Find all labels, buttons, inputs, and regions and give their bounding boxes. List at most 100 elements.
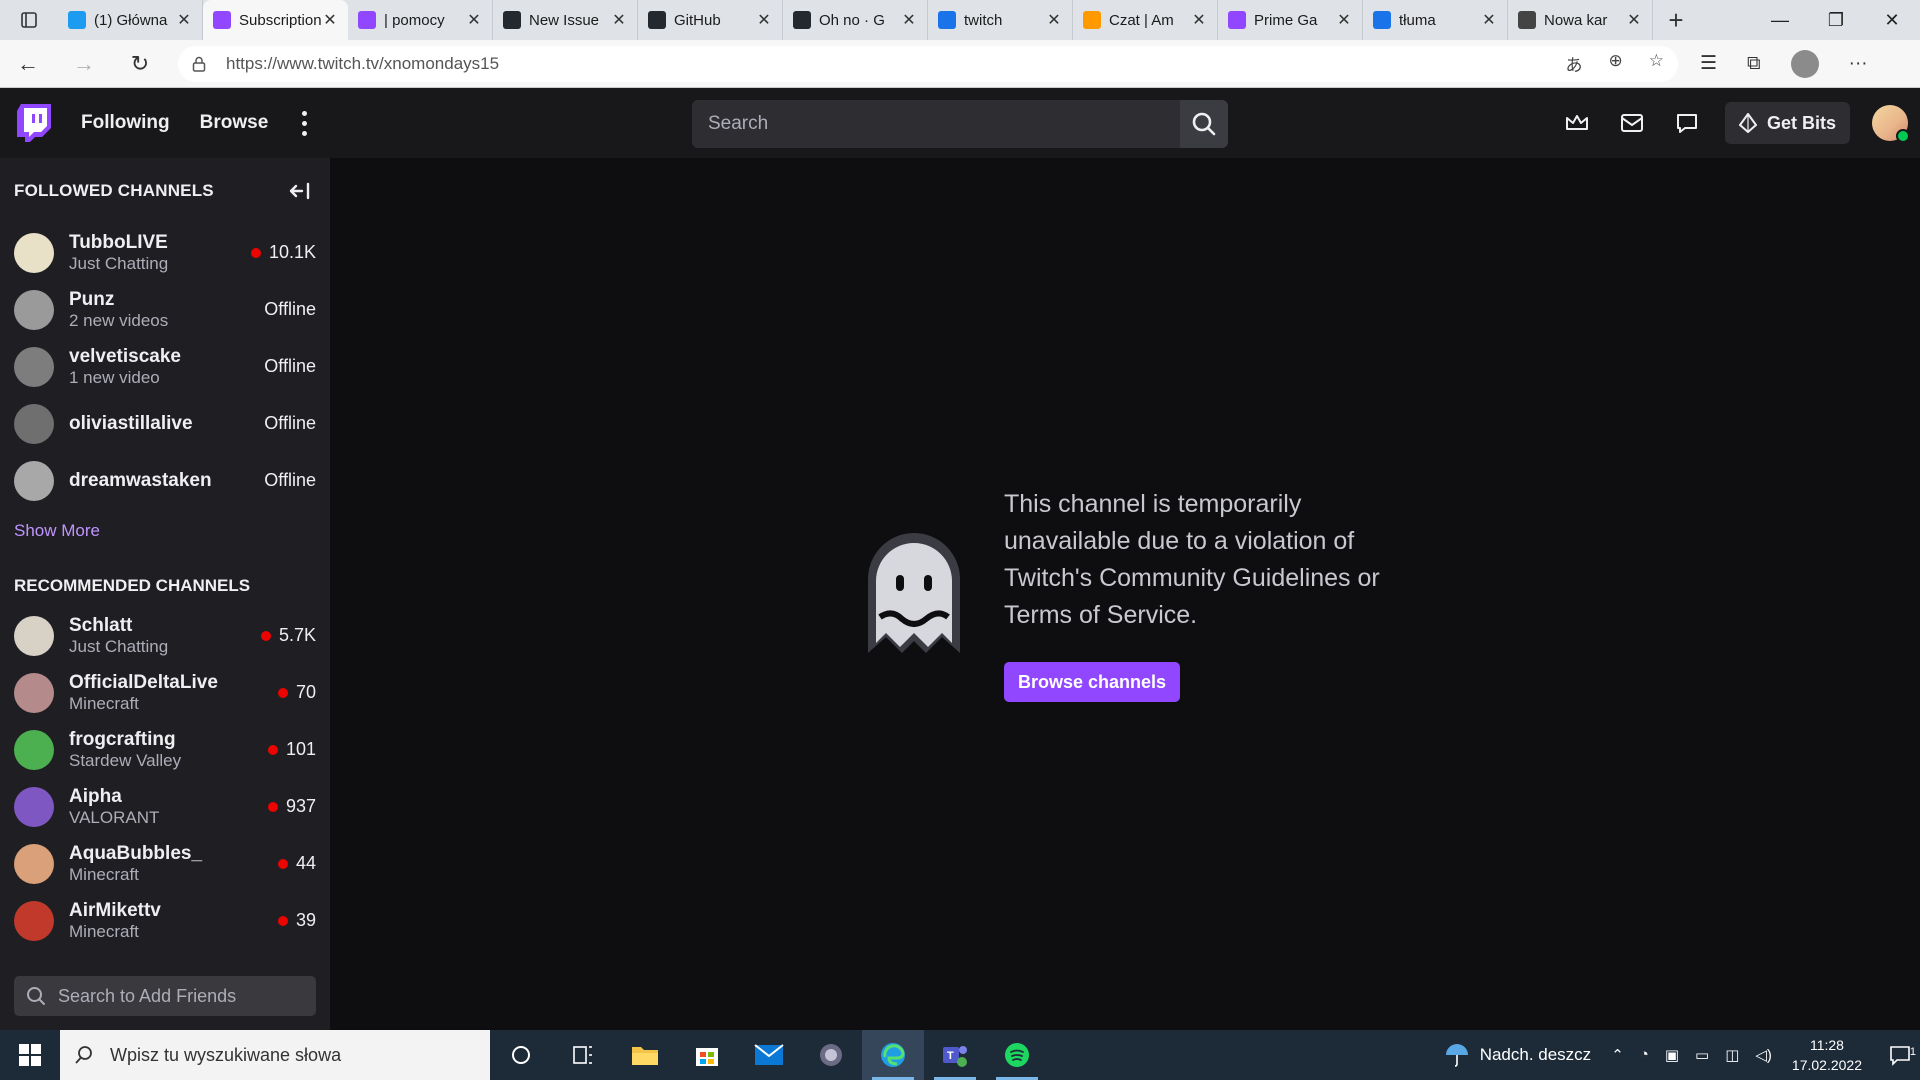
browser-tab[interactable]: Subscriptions ✕: [203, 0, 348, 40]
user-avatar[interactable]: [1872, 105, 1910, 143]
channel-item[interactable]: AirMikettv Minecraft 39: [0, 892, 330, 949]
close-window-button[interactable]: ✕: [1864, 0, 1920, 40]
search-button[interactable]: [1180, 100, 1228, 148]
zoom-icon[interactable]: ⊕: [1609, 51, 1623, 76]
tab-label: twitch: [964, 11, 1003, 29]
minimize-button[interactable]: —: [1752, 0, 1808, 40]
channel-category: 1 new video: [69, 367, 160, 387]
clock-date: 17.02.2022: [1791, 1057, 1862, 1073]
taskbar-search-field[interactable]: Wpisz tu wyszukiwane słowa: [60, 1030, 490, 1080]
browser-tab[interactable]: Prime Ga ✕: [1218, 0, 1363, 40]
browser-tab[interactable]: Czat | Am ✕: [1073, 0, 1218, 40]
display-icon[interactable]: ◫: [1725, 1046, 1739, 1064]
clock[interactable]: 11:28 17.02.2022: [1792, 1035, 1862, 1075]
volume-icon[interactable]: ◁): [1755, 1046, 1772, 1064]
new-tab-button[interactable]: +: [1653, 0, 1699, 40]
teams-button[interactable]: T: [924, 1030, 986, 1080]
browser-tab[interactable]: GitHub ✕: [638, 0, 783, 40]
cortana-button[interactable]: [490, 1030, 552, 1080]
show-more-link[interactable]: Show More: [0, 509, 330, 565]
network-icon[interactable]: ◔: [1640, 1046, 1649, 1064]
offline-status: Offline: [264, 299, 316, 319]
browse-channels-button[interactable]: Browse channels: [1004, 662, 1181, 702]
channel-item[interactable]: TubboLIVE Just Chatting 10.1K: [0, 224, 330, 281]
live-indicator-icon: [250, 247, 261, 258]
channel-item[interactable]: frogcrafting Stardew Valley 101: [0, 721, 330, 778]
tab-label: Subscriptions: [239, 11, 322, 29]
prime-crown-button[interactable]: [1550, 113, 1605, 133]
browser-tab[interactable]: | pomocy ✕: [348, 0, 493, 40]
channel-item[interactable]: AquaBubbles_ Minecraft 44: [0, 835, 330, 892]
channel-item[interactable]: dreamwastaken Offline: [0, 452, 330, 509]
back-button[interactable]: ←: [0, 40, 56, 88]
close-tab-icon[interactable]: ✕: [1481, 10, 1497, 30]
settings-more-icon[interactable]: ···: [1849, 53, 1868, 75]
whispers-button[interactable]: [1660, 112, 1715, 134]
browser-tab[interactable]: Oh no · G ✕: [783, 0, 928, 40]
channel-item[interactable]: oliviastillalive Offline: [0, 395, 330, 452]
task-view-icon: [573, 1046, 592, 1064]
show-hidden-icons-icon[interactable]: ⌃: [1611, 1046, 1624, 1064]
meet-now-icon[interactable]: ▣: [1665, 1046, 1679, 1064]
channel-item[interactable]: velvetiscake 1 new video Offline: [0, 338, 330, 395]
channel-avatar: [14, 843, 54, 884]
close-tab-icon[interactable]: ✕: [756, 10, 772, 30]
browser-tab[interactable]: New Issue ✕: [493, 0, 638, 40]
profile-avatar[interactable]: [1790, 49, 1819, 78]
tab-label: Oh no · G: [819, 11, 885, 29]
channel-name: frogcrafting: [69, 728, 176, 750]
game-app-icon: [820, 1044, 842, 1066]
notification-center-button[interactable]: 1: [1880, 1044, 1920, 1066]
inbox-button[interactable]: [1605, 112, 1660, 134]
channel-avatar: [14, 460, 54, 501]
store-icon: [696, 1048, 718, 1066]
browser-tab[interactable]: tłuma ✕: [1363, 0, 1508, 40]
close-tab-icon[interactable]: ✕: [322, 10, 338, 30]
close-tab-icon[interactable]: ✕: [1046, 10, 1062, 30]
battery-icon[interactable]: ▭: [1695, 1046, 1709, 1064]
add-favorite-icon[interactable]: ☆: [1649, 51, 1664, 76]
close-tab-icon[interactable]: ✕: [466, 10, 482, 30]
live-indicator-icon: [267, 801, 278, 812]
twitch-logo-icon[interactable]: [17, 104, 51, 142]
search-input[interactable]: [692, 100, 1180, 148]
restore-button[interactable]: ❐: [1808, 0, 1864, 40]
channel-item[interactable]: OfficialDeltaLive Minecraft 70: [0, 664, 330, 721]
favorites-icon[interactable]: ☰: [1700, 52, 1717, 75]
app-button[interactable]: [800, 1030, 862, 1080]
weather-widget[interactable]: Nadch. deszcz: [1444, 1042, 1591, 1068]
start-button[interactable]: [0, 1030, 60, 1080]
close-tab-icon[interactable]: ✕: [1191, 10, 1207, 30]
task-view-button[interactable]: [552, 1030, 614, 1080]
close-tab-icon[interactable]: ✕: [176, 10, 192, 30]
tab-actions-icon: [21, 12, 37, 28]
close-tab-icon[interactable]: ✕: [1626, 10, 1642, 30]
spotify-button[interactable]: [986, 1030, 1048, 1080]
collections-icon[interactable]: ⧉: [1747, 53, 1761, 75]
channel-item[interactable]: Aipha VALORANT 937: [0, 778, 330, 835]
browser-tab[interactable]: twitch ✕: [928, 0, 1073, 40]
close-tab-icon[interactable]: ✕: [901, 10, 917, 30]
file-explorer-button[interactable]: [614, 1030, 676, 1080]
browser-tab[interactable]: (1) Główna ✕: [58, 0, 203, 40]
close-tab-icon[interactable]: ✕: [1336, 10, 1352, 30]
microsoft-store-button[interactable]: [676, 1030, 738, 1080]
url-field[interactable]: https://www.twitch.tv/xnomondays15 あ ⊕ ☆: [178, 45, 1678, 82]
get-bits-button[interactable]: Get Bits: [1724, 102, 1850, 144]
channel-item[interactable]: Punz 2 new videos Offline: [0, 281, 330, 338]
more-menu-icon[interactable]: [302, 110, 308, 136]
refresh-button[interactable]: ↻: [112, 40, 168, 88]
mail-button[interactable]: [738, 1030, 800, 1080]
read-aloud-icon[interactable]: あ: [1566, 51, 1583, 76]
following-link[interactable]: Following: [81, 112, 170, 134]
collapse-sidebar-icon[interactable]: [288, 181, 312, 201]
edge-button[interactable]: [862, 1030, 924, 1080]
friend-search-field[interactable]: Search to Add Friends: [14, 976, 316, 1016]
forward-button[interactable]: →: [56, 40, 112, 88]
channel-avatar: [14, 403, 54, 444]
browse-link[interactable]: Browse: [200, 112, 269, 134]
browser-tab[interactable]: Nowa kar ✕: [1508, 0, 1653, 40]
close-tab-icon[interactable]: ✕: [611, 10, 627, 30]
tab-actions-button[interactable]: [0, 0, 58, 40]
channel-item[interactable]: Schlatt Just Chatting 5.7K: [0, 607, 330, 664]
